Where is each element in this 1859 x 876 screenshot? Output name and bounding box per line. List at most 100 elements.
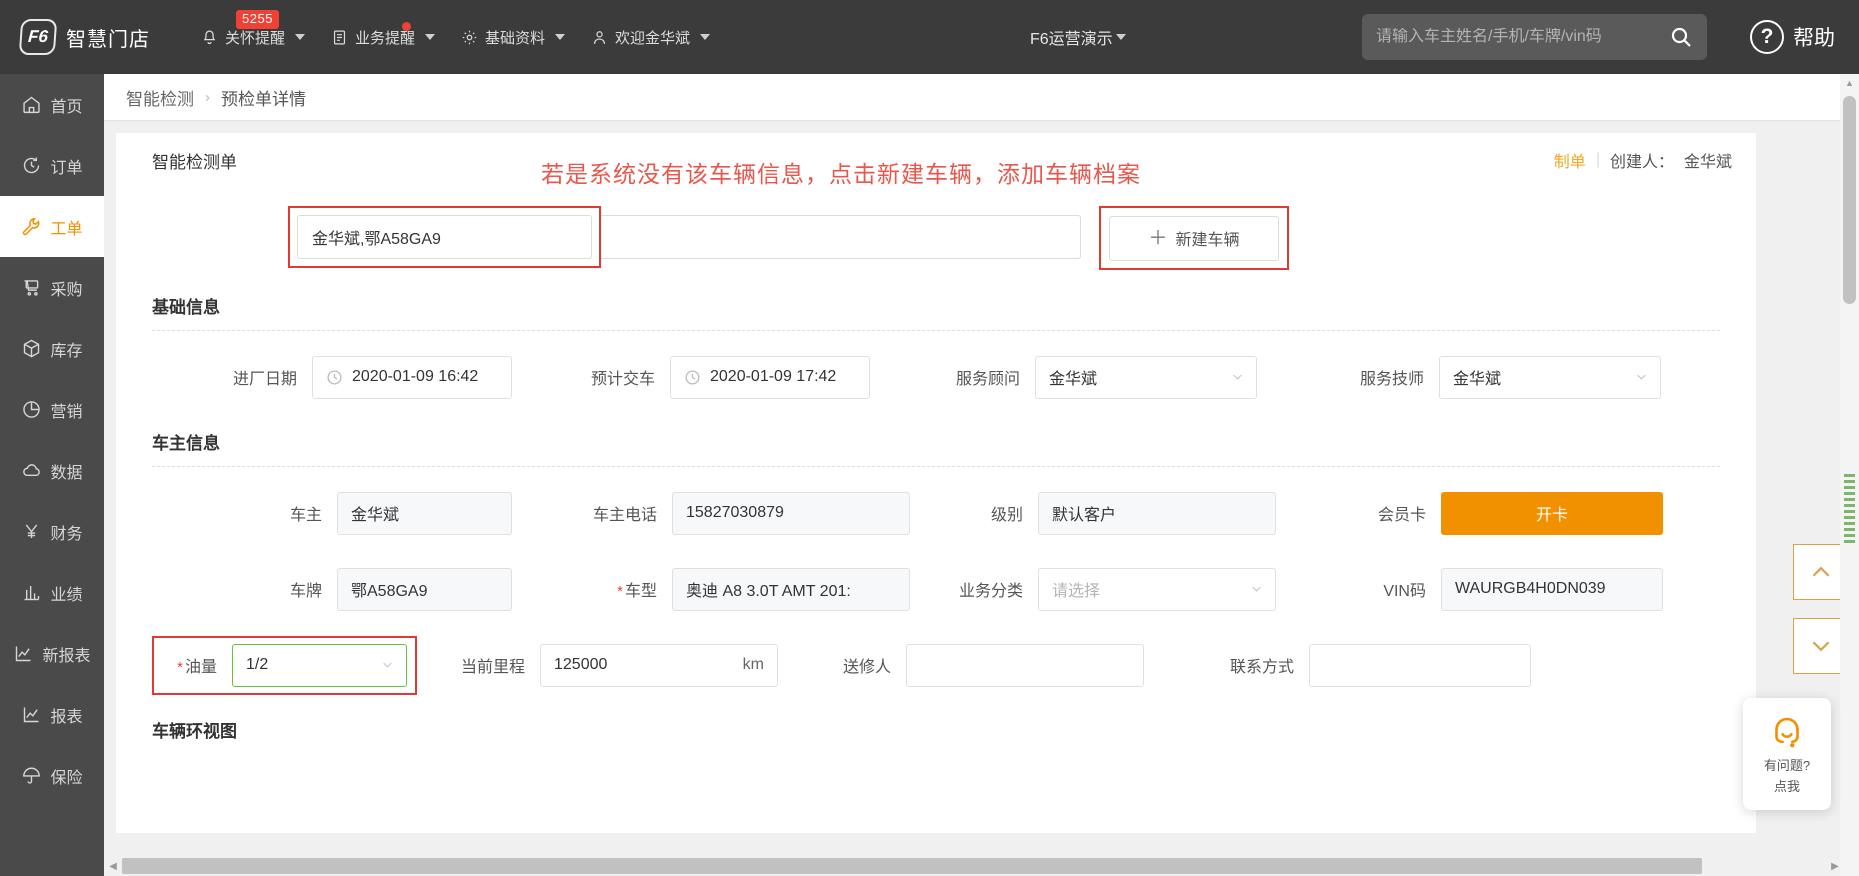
vertical-scroll-thumb[interactable] <box>1843 96 1856 304</box>
business-reminder-dot <box>402 21 412 31</box>
field-delivery-person: 送修人 <box>778 643 1144 687</box>
chevron-down-icon <box>1115 34 1126 40</box>
sidebar-item-data[interactable]: 数据 <box>0 440 104 501</box>
field-label: 预计交车 <box>590 371 655 388</box>
sidebar-item-report[interactable]: 报表 <box>0 684 104 745</box>
global-search-input[interactable] <box>1376 28 1669 46</box>
service-advisor-select[interactable]: 金华斌 <box>1035 355 1257 399</box>
search-icon[interactable] <box>1669 25 1693 49</box>
company-name: F6运营演示 <box>1030 31 1113 48</box>
horizontal-scroll-track[interactable] <box>122 856 1826 876</box>
question-mark-icon: ? <box>1750 20 1784 54</box>
topbar-item-label: 基础资料 <box>485 29 546 47</box>
sidebar-item-label: 业绩 <box>50 586 83 604</box>
car-model-value: 奥迪 A8 3.0T AMT 201: <box>686 583 851 600</box>
sidebar-item-label: 库存 <box>50 342 83 360</box>
service-advisor-value: 金华斌 <box>1049 371 1098 388</box>
chevron-down-icon <box>555 34 566 40</box>
service-technician-select[interactable]: 金华斌 <box>1439 355 1661 399</box>
expected-delivery-input[interactable]: 2020-01-09 17:42 <box>670 355 870 399</box>
help-label: 帮助 <box>1793 27 1835 50</box>
box-icon <box>21 338 42 359</box>
field-label: 服务技师 <box>1359 371 1424 388</box>
car-model-input[interactable]: 奥迪 A8 3.0T AMT 201: <box>672 567 910 611</box>
fuel-level-select[interactable]: 1/2 <box>232 643 407 687</box>
horizontal-scroll-thumb[interactable] <box>122 858 1702 874</box>
chevron-right-icon: › <box>205 88 210 106</box>
sidebar-item-label: 工单 <box>50 220 83 238</box>
order-status-badge[interactable]: 制单 <box>1554 148 1586 172</box>
chevron-up-icon <box>1812 566 1830 577</box>
section-divider <box>152 330 1720 331</box>
owner-name-input[interactable]: 金华斌 <box>337 491 512 535</box>
owner-info-title: 车主信息 <box>152 434 220 453</box>
basic-info-row: 进厂日期 2020-01-09 16:42 预计交车 2020-01-09 17… <box>152 339 1720 415</box>
customer-level-value: 默认客户 <box>1052 507 1117 524</box>
vehicle-search-secondary-input[interactable] <box>601 215 1081 259</box>
home-icon <box>21 94 42 115</box>
global-search-box[interactable] <box>1362 14 1707 60</box>
card-header-meta: 制单 | 创建人： 金华斌 <box>1554 148 1732 172</box>
customer-level-input[interactable]: 默认客户 <box>1038 491 1276 535</box>
field-label: 车牌 <box>289 583 322 600</box>
care-reminder-badge: 5255 <box>236 9 279 29</box>
owner-phone-input[interactable]: 15827030879 <box>672 491 910 535</box>
sidebar-item-performance[interactable]: 业绩 <box>0 562 104 623</box>
vin-code-input[interactable]: WAURGB4H0DN039 <box>1441 567 1663 611</box>
owner-name-value: 金华斌 <box>351 507 400 524</box>
sidebar-item-work-order[interactable]: 工单 <box>0 196 104 257</box>
vehicle-search-input[interactable]: 金华斌,鄂A58GA9 <box>297 215 592 259</box>
scroll-up-arrow-icon[interactable]: ▲ <box>1840 74 1859 91</box>
delivery-person-input[interactable] <box>906 643 1144 687</box>
vertical-scrollbar[interactable]: ▲ <box>1840 74 1859 876</box>
topbar-item-care-reminder[interactable]: 关怀提醒 5255 <box>190 9 316 56</box>
field-expected-delivery: 预计交车 2020-01-09 17:42 <box>512 355 870 399</box>
section-divider <box>152 466 1720 467</box>
topbar-item-business-reminder[interactable]: 业务提醒 <box>320 19 446 56</box>
horizontal-scrollbar[interactable]: ◀ ▶ <box>104 856 1844 876</box>
field-owner-phone: 车主电话 15827030879 <box>512 491 910 535</box>
wrench-icon <box>21 216 42 237</box>
current-mileage-input[interactable]: 125000 km <box>540 643 778 687</box>
field-fuel-level: 油量 1/2 <box>152 635 417 695</box>
sidebar-item-insurance[interactable]: 保险 <box>0 745 104 806</box>
business-category-select[interactable]: 请选择 <box>1038 567 1276 611</box>
breadcrumb-root[interactable]: 智能检测 <box>126 85 194 110</box>
field-plate-number: 车牌 鄂A58GA9 <box>152 567 512 611</box>
help-button[interactable]: ? 帮助 <box>1750 20 1835 54</box>
vertical-scroll-grip[interactable] <box>1844 474 1855 544</box>
sidebar-item-finance[interactable]: 财务 <box>0 501 104 562</box>
customer-service-widget[interactable]: 有问题? 点我 <box>1743 698 1831 810</box>
company-selector[interactable]: F6运营演示 <box>1030 25 1126 49</box>
user-icon <box>591 29 608 46</box>
sidebar-item-label: 财务 <box>50 525 83 543</box>
cloud-icon <box>21 460 42 481</box>
sidebar-item-inventory[interactable]: 库存 <box>0 318 104 379</box>
contact-info-input[interactable] <box>1309 643 1531 687</box>
service-technician-value: 金华斌 <box>1453 371 1502 388</box>
field-owner-name: 车主 金华斌 <box>152 491 512 535</box>
sidebar-item-label: 报表 <box>50 708 83 726</box>
field-label: 车型 <box>512 577 672 601</box>
plus-icon: ＋ <box>1148 227 1168 249</box>
sidebar-item-label: 保险 <box>50 769 83 787</box>
topbar-item-basic-data[interactable]: 基础资料 <box>450 19 576 56</box>
entry-date-value: 2020-01-09 16:42 <box>352 368 479 385</box>
plate-number-input[interactable]: 鄂A58GA9 <box>337 567 512 611</box>
brand-logo-area[interactable]: F6 智慧门店 <box>18 19 150 55</box>
sidebar-item-label: 营销 <box>50 403 83 421</box>
entry-date-input[interactable]: 2020-01-09 16:42 <box>312 355 512 399</box>
vehicle-search-row: 金华斌,鄂A58GA9 ＋ 新建车辆 <box>116 187 1756 279</box>
topbar-item-user-welcome[interactable]: 欢迎金华斌 <box>580 19 721 56</box>
new-vehicle-button[interactable]: ＋ 新建车辆 <box>1109 215 1279 261</box>
sidebar-item-new-report[interactable]: 新报表 <box>0 623 104 684</box>
open-card-button[interactable]: 开卡 <box>1441 491 1663 535</box>
sidebar-item-home[interactable]: 首页 <box>0 74 104 135</box>
sidebar-item-orders[interactable]: 订单 <box>0 135 104 196</box>
sidebar-item-label: 新报表 <box>42 647 91 665</box>
fuel-level-highlight-box: 油量 1/2 <box>152 635 417 695</box>
sidebar-item-purchase[interactable]: 采购 <box>0 257 104 318</box>
sidebar-item-marketing[interactable]: 营销 <box>0 379 104 440</box>
scroll-left-arrow-icon[interactable]: ◀ <box>104 856 122 876</box>
main-content-area: 智能检测 › 预检单详情 智能检测单 制单 | 创建人： 金华斌 若是系统没有该… <box>104 74 1859 876</box>
